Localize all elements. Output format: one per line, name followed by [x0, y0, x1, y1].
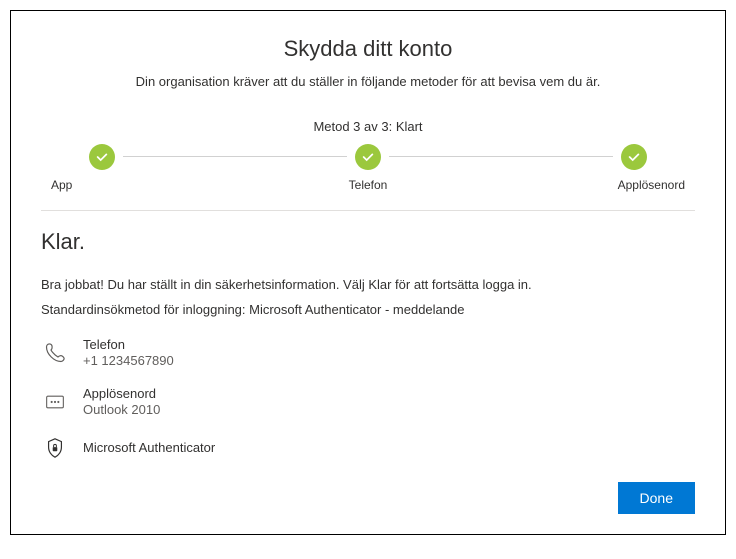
success-text: Bra jobbat! Du har ställt in din säkerhe…: [41, 277, 695, 292]
checkmark-icon: [621, 144, 647, 170]
step-name-phone: Telefon: [323, 178, 413, 192]
method-apppassword: Applösenord Outlook 2010: [41, 380, 695, 429]
method-info: Telefon +1 1234567890: [83, 337, 174, 370]
method-name: Microsoft Authenticator: [83, 440, 215, 456]
step-name-app: App: [51, 178, 141, 192]
progress-steps: [41, 144, 695, 170]
checkmark-icon: [355, 144, 381, 170]
method-name: Telefon: [83, 337, 174, 353]
checkmark-icon: [89, 144, 115, 170]
page-subtitle: Din organisation kräver att du ställer i…: [41, 74, 695, 89]
phone-icon: [41, 339, 69, 367]
lock-shield-icon: [41, 434, 69, 462]
default-signin-text: Standardinsökmetod för inloggning: Micro…: [41, 302, 695, 317]
method-name: Applösenord: [83, 386, 160, 402]
methods-list: Telefon +1 1234567890 Applösenord Outloo…: [41, 331, 695, 472]
step-app: [81, 144, 123, 170]
method-detail: Outlook 2010: [83, 402, 160, 418]
step-apppassword: [613, 144, 655, 170]
page-title: Skydda ditt konto: [41, 36, 695, 62]
actions-bar: Done: [41, 482, 695, 514]
method-detail: +1 1234567890: [83, 353, 174, 369]
method-authenticator: Microsoft Authenticator: [41, 428, 695, 472]
dialog-container: Skydda ditt konto Din organisation kräve…: [10, 10, 726, 535]
progress-label: Metod 3 av 3: Klart: [41, 119, 695, 134]
method-phone: Telefon +1 1234567890: [41, 331, 695, 380]
password-icon: [41, 388, 69, 416]
method-info: Applösenord Outlook 2010: [83, 386, 160, 419]
step-name-apppassword: Applösenord: [595, 178, 685, 192]
done-heading: Klar.: [41, 229, 695, 255]
method-info: Microsoft Authenticator: [83, 440, 215, 456]
done-button[interactable]: Done: [618, 482, 695, 514]
step-phone: [347, 144, 389, 170]
divider: [41, 210, 695, 211]
progress-step-names: App Telefon Applösenord: [41, 178, 695, 192]
